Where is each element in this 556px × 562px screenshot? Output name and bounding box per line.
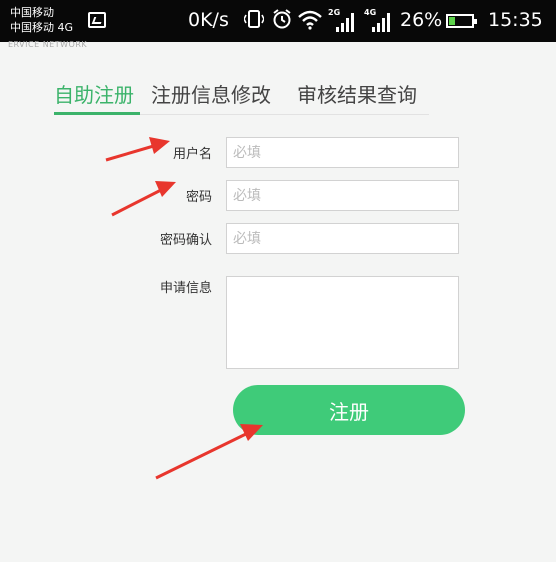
arrow-to-username-icon (105, 137, 170, 162)
arrow-to-register-button-icon (155, 424, 263, 480)
annotation-arrows (105, 137, 263, 480)
arrow-to-password-icon (111, 181, 176, 217)
